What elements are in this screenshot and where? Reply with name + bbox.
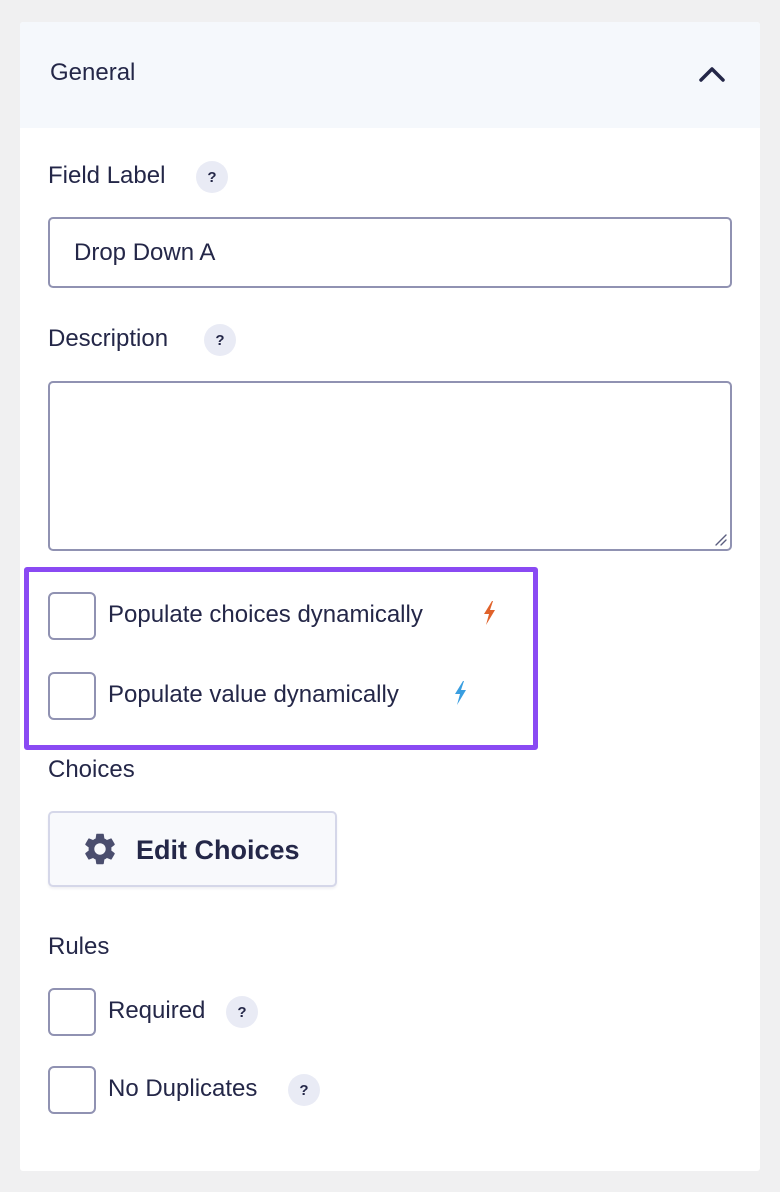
bolt-icon [455, 681, 466, 705]
populate-value-label: Populate value dynamically [108, 681, 399, 708]
collapse-button[interactable] [692, 54, 732, 94]
section-title: General [50, 59, 136, 86]
populate-choices-label: Populate choices dynamically [108, 601, 423, 628]
description-heading: Description [48, 325, 169, 352]
gear-icon [85, 833, 115, 865]
field-label-input[interactable]: Drop Down A [48, 217, 732, 288]
bolt-icon [484, 601, 495, 625]
required-label: Required [108, 997, 206, 1024]
field-label-heading: Field Label [48, 162, 166, 189]
dynamic-population-highlight [24, 567, 538, 750]
field-label-help-icon[interactable]: ? [196, 161, 228, 193]
edit-choices-button[interactable]: Edit Choices [48, 811, 337, 887]
description-textarea[interactable] [48, 381, 732, 551]
section-header-general[interactable]: General [20, 22, 760, 128]
choices-heading: Choices [48, 756, 135, 783]
required-help-icon[interactable]: ? [226, 996, 258, 1028]
required-checkbox[interactable] [48, 988, 96, 1036]
edit-choices-label: Edit Choices [136, 835, 300, 865]
no-duplicates-help-icon[interactable]: ? [288, 1074, 320, 1106]
description-help-icon[interactable]: ? [204, 324, 236, 356]
populate-choices-checkbox[interactable] [48, 592, 96, 640]
resize-grip-icon[interactable] [713, 532, 727, 546]
no-duplicates-label: No Duplicates [108, 1075, 258, 1102]
rules-heading: Rules [48, 933, 110, 960]
no-duplicates-checkbox[interactable] [48, 1066, 96, 1114]
chevron-up-icon [699, 67, 725, 82]
field-settings-panel: General Field Label ? Drop Down A Descri… [20, 22, 760, 1171]
populate-value-checkbox[interactable] [48, 672, 96, 720]
